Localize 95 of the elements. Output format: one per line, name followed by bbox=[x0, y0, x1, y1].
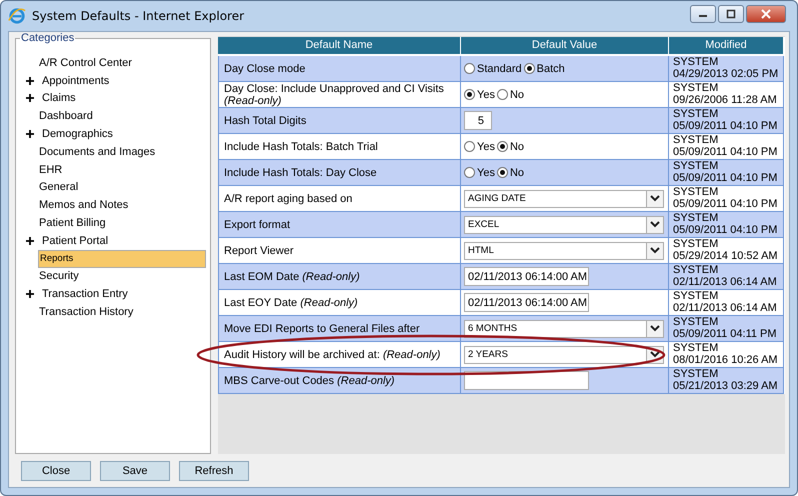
modified-date-text: 05/29/2014 10:52 AM bbox=[673, 250, 778, 262]
sidebar-item[interactable]: Demographics bbox=[41, 128, 114, 140]
setting-name-cell: Hash Total Digits bbox=[218, 108, 461, 134]
sidebar-item[interactable]: Dashboard bbox=[38, 110, 94, 122]
maximize-icon bbox=[726, 9, 736, 19]
modified-by-text: SYSTEM bbox=[673, 291, 718, 302]
modified-date-text: 04/29/2013 02:05 PM bbox=[673, 68, 778, 80]
categories-legend: Categories bbox=[20, 32, 76, 44]
sidebar-item[interactable]: Patient Portal bbox=[41, 234, 110, 247]
setting-name-cell: Report Viewer bbox=[218, 238, 461, 264]
modified-by-text: SYSTEM bbox=[673, 239, 718, 250]
modified-by-text: SYSTEM bbox=[673, 265, 718, 276]
browser-logo-icon bbox=[8, 7, 26, 25]
setting-name-cell: Export format bbox=[218, 212, 461, 238]
setting-name-cell: MBS Carve-out Codes (Read-only) bbox=[218, 368, 461, 394]
plus-icon[interactable] bbox=[26, 130, 34, 138]
setting-name-cell: Move EDI Reports to General Files after bbox=[218, 316, 461, 342]
plus-icon[interactable] bbox=[26, 290, 34, 298]
sidebar-item[interactable]: Transaction Entry bbox=[41, 288, 129, 300]
action-button[interactable]: Refresh bbox=[179, 461, 249, 481]
column-header: Default Value bbox=[461, 37, 669, 56]
modified-by-text: SYSTEM bbox=[673, 135, 718, 146]
modified-date-text: 02/11/2013 06:14 AM bbox=[673, 276, 777, 288]
sidebar-item[interactable]: General bbox=[38, 181, 80, 194]
radio-option[interactable]: Yes bbox=[464, 140, 495, 152]
modified-by-text: SYSTEM bbox=[673, 109, 718, 120]
radio-option[interactable]: Batch bbox=[524, 62, 565, 74]
date-field[interactable]: 02/11/2013 06:14:00 AM bbox=[464, 267, 589, 286]
sidebar-item[interactable]: Appointments bbox=[41, 74, 110, 87]
plus-icon[interactable] bbox=[26, 76, 34, 85]
chevron-down-icon bbox=[650, 195, 660, 202]
dropdown[interactable]: EXCEL bbox=[464, 216, 664, 234]
modified-date-text: 09/26/2006 11:28 AM bbox=[673, 94, 777, 106]
maximize-button[interactable] bbox=[718, 5, 744, 23]
radio-option[interactable]: No bbox=[496, 140, 524, 152]
modified-date-text: 05/09/2011 04:11 PM bbox=[673, 328, 777, 340]
radio-option[interactable]: No bbox=[496, 88, 524, 100]
radio-option[interactable]: Yes bbox=[464, 88, 495, 100]
chevron-down-icon bbox=[650, 221, 660, 228]
setting-name-cell: Include Hash Totals: Day Close bbox=[218, 160, 461, 186]
plus-icon[interactable] bbox=[26, 236, 34, 245]
number-field[interactable]: 5 bbox=[464, 111, 492, 130]
date-field[interactable]: 02/11/2013 06:14:00 AM bbox=[464, 293, 589, 312]
sidebar-item[interactable]: Transaction History bbox=[38, 306, 134, 318]
sidebar-item[interactable]: Memos and Notes bbox=[38, 199, 130, 212]
sidebar-item[interactable]: Patient Billing bbox=[38, 217, 107, 230]
sidebar-item[interactable]: Security bbox=[38, 270, 80, 282]
sidebar-item[interactable]: Documents and Images bbox=[38, 146, 156, 158]
setting-name-cell: Last EOY Date (Read-only) bbox=[218, 290, 461, 316]
modified-date-text: 05/21/2013 03:29 AM bbox=[673, 380, 778, 392]
sidebar-item[interactable]: EHR bbox=[38, 164, 64, 176]
sidebar-item[interactable]: A/R Control Center bbox=[38, 56, 133, 69]
setting-name-cell: Day Close mode bbox=[218, 56, 461, 82]
setting-name-cell: Audit History will be archived at: (Read-only) bbox=[218, 342, 461, 368]
chevron-down-icon bbox=[650, 325, 660, 332]
modified-date-text: 05/09/2011 04:10 PM bbox=[673, 146, 778, 158]
dropdown[interactable]: AGING DATE bbox=[464, 190, 664, 208]
date-field[interactable] bbox=[464, 371, 589, 390]
close-button[interactable] bbox=[746, 5, 786, 23]
radio-option[interactable]: Standard bbox=[464, 62, 522, 74]
window-title: System Defaults - Internet Explorer bbox=[32, 9, 244, 23]
dropdown[interactable]: HTML bbox=[464, 242, 664, 260]
chevron-down-icon bbox=[650, 351, 660, 358]
modified-date-text: 08/01/2016 10:26 AM bbox=[673, 354, 778, 366]
modified-by-text: SYSTEM bbox=[673, 161, 718, 172]
setting-name-cell: A/R report aging based on bbox=[218, 186, 461, 212]
setting-name-cell: Include Hash Totals: Batch Trial bbox=[218, 134, 461, 160]
modified-by-text: SYSTEM bbox=[673, 187, 718, 198]
modified-date-text: 05/09/2011 04:10 PM bbox=[673, 172, 778, 184]
dropdown[interactable]: 2 YEARS bbox=[464, 346, 664, 364]
minimize-button[interactable] bbox=[690, 5, 716, 23]
column-header: Default Name bbox=[218, 37, 461, 56]
modified-by-text: SYSTEM bbox=[673, 317, 718, 328]
setting-name-cell: Last EOM Date (Read-only) bbox=[218, 264, 461, 290]
modified-by-text: SYSTEM bbox=[673, 213, 718, 224]
close-icon bbox=[761, 9, 771, 19]
modified-by-text: SYSTEM bbox=[673, 343, 718, 354]
sidebar-item[interactable]: Claims bbox=[41, 92, 77, 104]
column-header: Modified bbox=[669, 37, 784, 56]
modified-by-text: SYSTEM bbox=[673, 369, 718, 380]
dropdown[interactable]: 6 MONTHS bbox=[464, 320, 664, 338]
action-button[interactable]: Save bbox=[100, 461, 170, 481]
modified-by-text: SYSTEM bbox=[673, 83, 718, 94]
modified-date-text: 05/09/2011 04:10 PM bbox=[673, 198, 778, 210]
radio-option[interactable]: No bbox=[496, 166, 524, 178]
modified-by-text: SYSTEM bbox=[673, 57, 718, 68]
modified-date-text: 02/11/2013 06:14 AM bbox=[673, 302, 777, 314]
modified-date-text: 05/09/2011 04:10 PM bbox=[673, 120, 778, 132]
sidebar-item[interactable]: Reports bbox=[38, 250, 206, 268]
modified-date-text: 05/09/2011 04:10 PM bbox=[673, 224, 778, 236]
radio-option[interactable]: Yes bbox=[464, 166, 495, 178]
chevron-down-icon bbox=[650, 247, 660, 254]
plus-icon[interactable] bbox=[26, 94, 34, 102]
action-button[interactable]: Close bbox=[21, 461, 91, 481]
setting-name-cell: Day Close: Include Unapproved and CI Visits (Read-only) bbox=[218, 82, 461, 108]
